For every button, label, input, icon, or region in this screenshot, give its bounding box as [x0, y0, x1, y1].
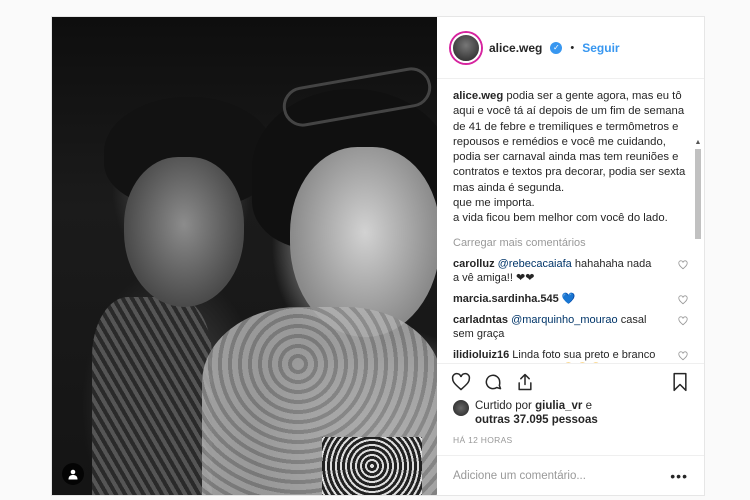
comment-text: 💙	[558, 292, 576, 305]
likes-conjunction: e	[585, 400, 593, 412]
comment-icon[interactable]	[483, 372, 503, 392]
list-item: marcia.sardinha.545 💙	[453, 292, 688, 306]
liker-username[interactable]: giulia_vr	[535, 400, 582, 412]
bookmark-icon[interactable]	[670, 372, 690, 392]
more-options-icon[interactable]: •••	[670, 468, 688, 484]
header-username[interactable]: alice.weg	[489, 41, 542, 55]
like-comment-heart-icon[interactable]	[678, 260, 688, 270]
comment-username[interactable]: carladntas	[453, 314, 508, 326]
verified-badge-icon: ✓	[550, 41, 563, 54]
list-item: carladntas @marquinho_mourao casal sem g…	[453, 313, 688, 341]
separator: •	[570, 41, 575, 54]
avatar[interactable]	[451, 32, 481, 63]
comment-mention[interactable]: @marquinho_mourao	[511, 314, 618, 326]
photo-detail	[322, 437, 422, 495]
post-header: alice.weg ✓ • Seguir	[437, 17, 704, 79]
photo-detail	[124, 157, 244, 307]
follow-button[interactable]: Seguir	[582, 41, 619, 55]
photo-detail	[92, 297, 212, 495]
likes-count[interactable]: outras 37.095 pessoas	[475, 414, 598, 426]
likes-summary: Curtido por giulia_vr e outras 37.095 pe…	[437, 399, 704, 427]
liked-by-prefix: Curtido por	[475, 400, 532, 412]
like-comment-heart-icon[interactable]	[678, 295, 688, 305]
comments-scrollbar[interactable]: ▲ ▼	[694, 139, 702, 363]
scrollbar-thumb[interactable]	[695, 149, 701, 239]
caption: alice.weg podia ser a gente agora, mas e…	[453, 89, 688, 227]
post-timestamp[interactable]: HÁ 12 HORAS	[437, 427, 704, 455]
share-icon[interactable]	[515, 372, 535, 392]
action-bar	[437, 363, 704, 399]
heart-icon[interactable]	[451, 372, 471, 392]
comment-username[interactable]: carolluz	[453, 258, 495, 270]
load-more-comments-button[interactable]: Carregar mais comentários	[453, 237, 688, 249]
liker-avatar[interactable]	[453, 400, 469, 416]
post-container: alice.weg ✓ • Seguir alice.weg podia ser…	[51, 16, 705, 496]
caption-text: podia ser a gente agora, mas eu tô aqui …	[453, 90, 686, 225]
like-comment-heart-icon[interactable]	[678, 316, 688, 326]
like-comment-heart-icon[interactable]	[678, 351, 688, 361]
comment-mention[interactable]: @rebecacaiafa	[498, 258, 572, 270]
caption-username[interactable]: alice.weg	[453, 90, 503, 102]
list-item: carolluz @rebecacaiafa hahahaha nada a v…	[453, 257, 688, 285]
comment-username[interactable]: marcia.sardinha.545	[453, 293, 559, 305]
user-tag-icon[interactable]	[62, 463, 84, 485]
comment-input[interactable]: Adicione um comentário...	[453, 470, 586, 482]
comment-username[interactable]: ilidioluiz16	[453, 349, 509, 361]
list-item: ilidioluiz16 Linda foto sua preto e bran…	[453, 348, 688, 363]
comments-panel[interactable]: alice.weg podia ser a gente agora, mas e…	[437, 79, 704, 363]
post-sidebar: alice.weg ✓ • Seguir alice.weg podia ser…	[437, 17, 704, 495]
comment-input-row: Adicione um comentário... •••	[437, 455, 704, 495]
post-photo[interactable]	[52, 17, 437, 495]
scroll-up-arrow-icon[interactable]: ▲	[694, 139, 702, 147]
